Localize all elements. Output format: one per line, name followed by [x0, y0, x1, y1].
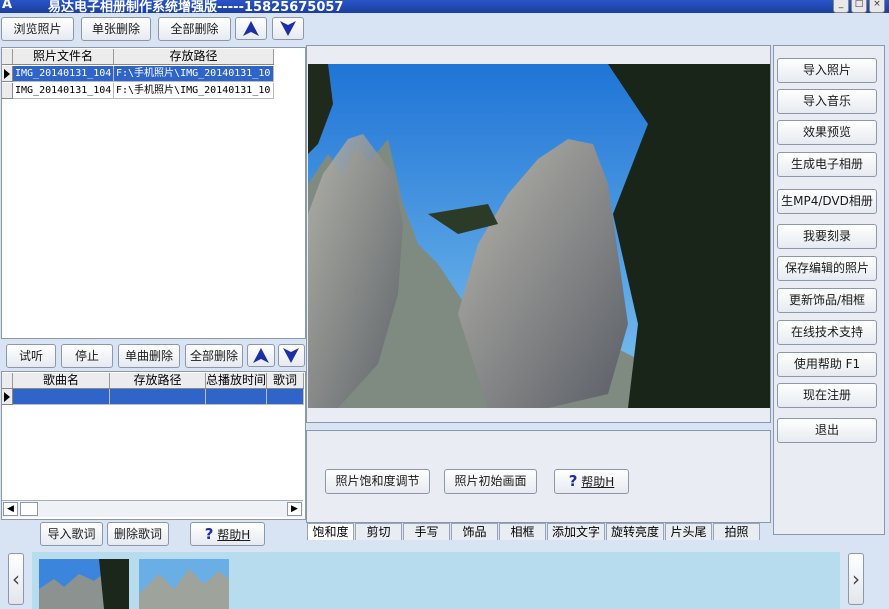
- delete-all-songs-button[interactable]: 全部删除: [185, 344, 243, 368]
- help-question-icon: ?: [568, 472, 578, 490]
- move-photo-up-button[interactable]: [235, 17, 267, 40]
- table-row[interactable]: IMG_20140131_104 F:\手机照片\IMG_20140131_10: [2, 83, 274, 99]
- move-song-down-button[interactable]: [278, 344, 305, 367]
- current-row-indicator: [2, 66, 13, 82]
- minimize-button[interactable]: _: [833, 0, 849, 13]
- delete-lyrics-button[interactable]: 删除歌词: [107, 522, 169, 546]
- current-row-indicator: [2, 389, 13, 405]
- thumbs-prev-button[interactable]: ‹: [8, 553, 24, 605]
- app-icon: A: [2, 0, 13, 12]
- window-controls: _ □ ×: [833, 0, 885, 13]
- delete-all-photos-button[interactable]: 全部删除: [158, 17, 231, 41]
- column-song-name[interactable]: 歌曲名: [13, 373, 110, 388]
- help-question-icon: ?: [204, 525, 214, 543]
- burn-disc-button[interactable]: 我要刻录: [777, 224, 877, 249]
- chevron-left-icon: ◀: [7, 504, 14, 514]
- help-label: 帮助H: [217, 528, 251, 542]
- photo-path-cell[interactable]: F:\手机照片\IMG_20140131_10: [114, 66, 274, 82]
- chevron-right-icon: ▶: [291, 504, 298, 514]
- online-support-button[interactable]: 在线技术支持: [777, 320, 877, 345]
- initial-view-button[interactable]: 照片初始画面: [444, 469, 537, 494]
- tab-frame[interactable]: 相框: [499, 523, 546, 540]
- delete-single-song-button[interactable]: 单曲删除: [118, 344, 180, 368]
- song-time-cell[interactable]: [206, 389, 267, 405]
- row-header-corner: [2, 49, 13, 64]
- import-lyrics-button[interactable]: 导入歌词: [40, 522, 103, 546]
- tab-handwriting[interactable]: 手写: [403, 523, 450, 540]
- photo-preview-image[interactable]: [308, 64, 770, 408]
- row-header: [2, 83, 13, 99]
- tab-ornaments[interactable]: 饰品: [451, 523, 498, 540]
- column-photo-filename[interactable]: 照片文件名: [13, 49, 114, 64]
- table-row[interactable]: IMG_20140131_104 F:\手机照片\IMG_20140131_10: [2, 66, 274, 82]
- arrow-down-icon: [283, 348, 299, 363]
- column-storage-path[interactable]: 存放路径: [114, 49, 274, 64]
- arrow-up-icon: [243, 21, 259, 36]
- browse-photos-button[interactable]: 浏览照片: [1, 17, 74, 41]
- generate-album-button[interactable]: 生成电子相册: [777, 152, 877, 177]
- column-total-play-time[interactable]: 总播放时间: [206, 373, 267, 388]
- table-row[interactable]: [2, 389, 304, 405]
- chevron-left-icon: ‹: [12, 567, 20, 591]
- song-name-cell[interactable]: [13, 389, 110, 405]
- import-photos-button[interactable]: 导入照片: [777, 58, 877, 83]
- update-ornaments-frames-button[interactable]: 更新饰品/相框: [777, 288, 877, 313]
- import-music-button[interactable]: 导入音乐: [777, 89, 877, 114]
- exit-button[interactable]: 退出: [777, 418, 877, 443]
- effect-preview-button[interactable]: 效果预览: [777, 120, 877, 145]
- photo-thumbnail[interactable]: [39, 559, 129, 609]
- delete-single-photo-button[interactable]: 单张删除: [81, 17, 151, 41]
- photo-filename-cell[interactable]: IMG_20140131_104: [13, 66, 114, 82]
- title-bar: A 易达电子相册制作系统增强版-----15825675057 _ □ ×: [0, 0, 889, 13]
- column-song-path[interactable]: 存放路径: [110, 373, 206, 388]
- help-label: 帮助H: [581, 475, 615, 489]
- help-button[interactable]: ? 帮助H: [190, 522, 265, 546]
- saturation-adjust-button[interactable]: 照片饱和度调节: [325, 469, 430, 494]
- tab-saturation[interactable]: 饱和度: [307, 523, 354, 540]
- edit-help-button[interactable]: ? 帮助H: [554, 469, 629, 494]
- thumbs-next-button[interactable]: ›: [848, 553, 864, 605]
- register-now-button[interactable]: 现在注册: [777, 383, 877, 408]
- photo-filename-cell[interactable]: IMG_20140131_104: [13, 83, 114, 99]
- tab-take-photo[interactable]: 拍照: [713, 523, 760, 540]
- scroll-thumb[interactable]: [20, 502, 38, 516]
- usage-help-button[interactable]: 使用帮助 F1: [777, 352, 877, 377]
- tab-rotate-brightness[interactable]: 旋转亮度: [606, 523, 664, 540]
- thumbnail-strip: [32, 552, 840, 609]
- scroll-left-button[interactable]: ◀: [3, 502, 18, 516]
- generate-mp4-dvd-button[interactable]: 生MP4/DVD相册: [777, 189, 877, 214]
- close-button[interactable]: ×: [869, 0, 885, 13]
- row-header-corner: [2, 373, 13, 388]
- tab-intro-outro[interactable]: 片头尾: [665, 523, 712, 540]
- save-edited-photo-button[interactable]: 保存编辑的照片: [777, 256, 877, 281]
- song-path-cell[interactable]: [110, 389, 206, 405]
- tab-crop[interactable]: 剪切: [355, 523, 402, 540]
- preview-music-button[interactable]: 试听: [6, 344, 56, 368]
- scroll-right-button[interactable]: ▶: [287, 502, 302, 516]
- chevron-right-icon: ›: [852, 567, 860, 591]
- move-photo-down-button[interactable]: [272, 17, 304, 40]
- column-lyrics[interactable]: 歌词: [267, 373, 304, 388]
- photo-table-header: 照片文件名 存放路径: [2, 49, 274, 65]
- photo-path-cell[interactable]: F:\手机照片\IMG_20140131_10: [114, 83, 274, 99]
- tab-add-text[interactable]: 添加文字: [547, 523, 605, 540]
- maximize-button[interactable]: □: [851, 0, 867, 13]
- music-table-header: 歌曲名 存放路径 总播放时间 歌词: [2, 373, 304, 389]
- move-song-up-button[interactable]: [247, 344, 275, 367]
- photo-thumbnail[interactable]: [139, 559, 229, 609]
- stop-music-button[interactable]: 停止: [61, 344, 113, 368]
- song-lyrics-cell[interactable]: [267, 389, 304, 405]
- arrow-up-icon: [253, 348, 269, 363]
- music-list-scrollbar[interactable]: ◀ ▶: [2, 500, 303, 517]
- window-title: 易达电子相册制作系统增强版-----15825675057: [48, 0, 344, 13]
- arrow-down-icon: [280, 21, 296, 36]
